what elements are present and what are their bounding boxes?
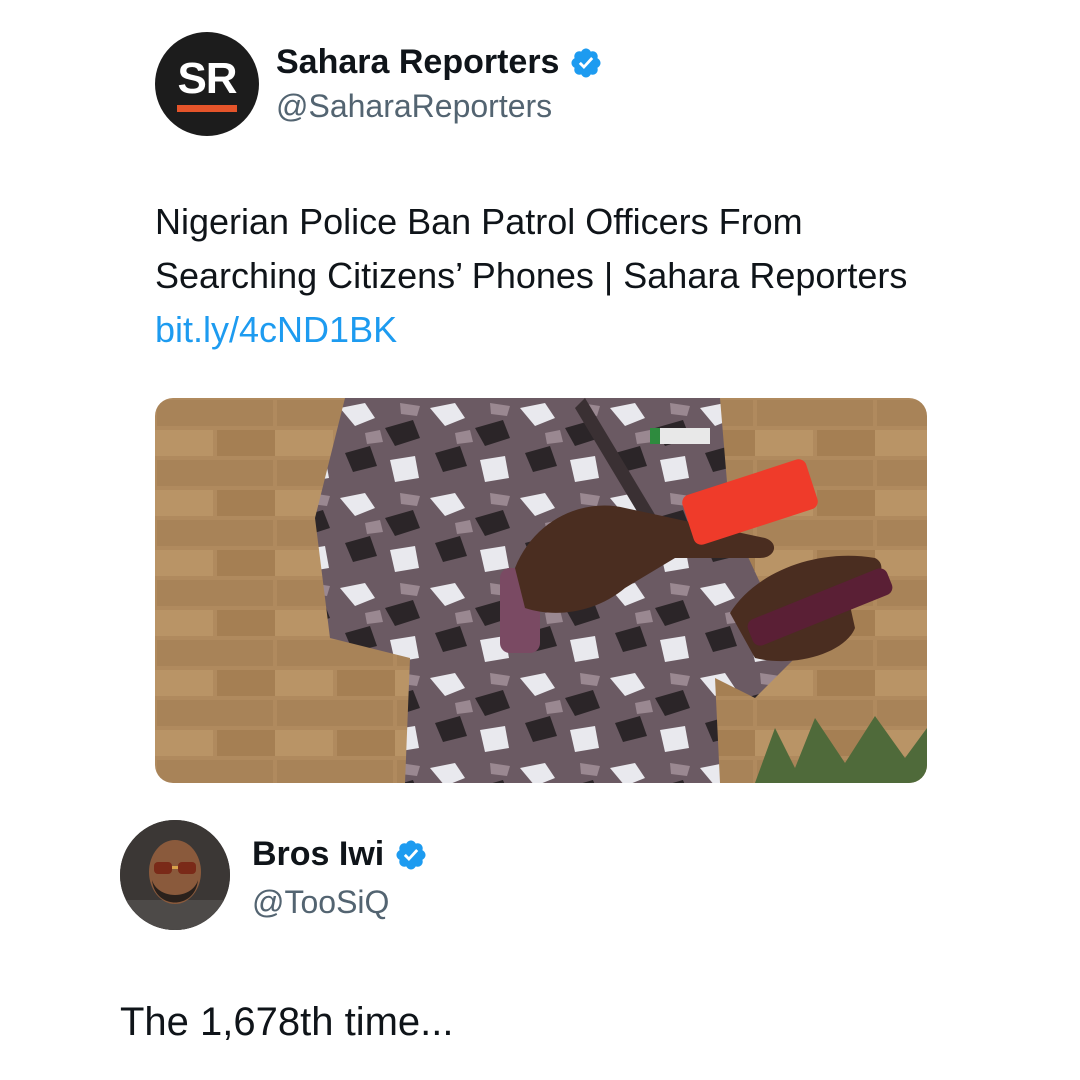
author-handle[interactable]: @SaharaReporters <box>276 88 552 125</box>
verified-badge-icon <box>396 839 426 870</box>
author-name[interactable]: Sahara Reporters <box>276 43 603 82</box>
tweet-link[interactable]: bit.ly/4cND1BK <box>155 309 397 350</box>
avatar-initials: SR <box>177 54 237 103</box>
bros-iwi-avatar[interactable] <box>120 820 230 930</box>
author-display-name: Sahara Reporters <box>276 43 560 81</box>
person-portrait-icon <box>120 820 230 930</box>
reply-author-name[interactable]: Bros Iwi <box>252 835 428 874</box>
reply-author-handle[interactable]: @TooSiQ <box>252 884 389 921</box>
reply-tweet-text: The 1,678th time... <box>120 1000 454 1044</box>
tweet-headline: Nigerian Police Ban Patrol Officers From… <box>155 201 908 296</box>
sahara-reporters-avatar[interactable]: SR <box>155 32 259 136</box>
photo-officer-holding-phones-icon <box>155 398 927 783</box>
avatar-accent-bar <box>177 105 237 112</box>
tweet-text: Nigerian Police Ban Patrol Officers From… <box>155 195 915 357</box>
tweet-media-image[interactable] <box>155 398 927 783</box>
reply-display-name: Bros Iwi <box>252 835 385 873</box>
verified-badge-icon <box>571 47 601 78</box>
